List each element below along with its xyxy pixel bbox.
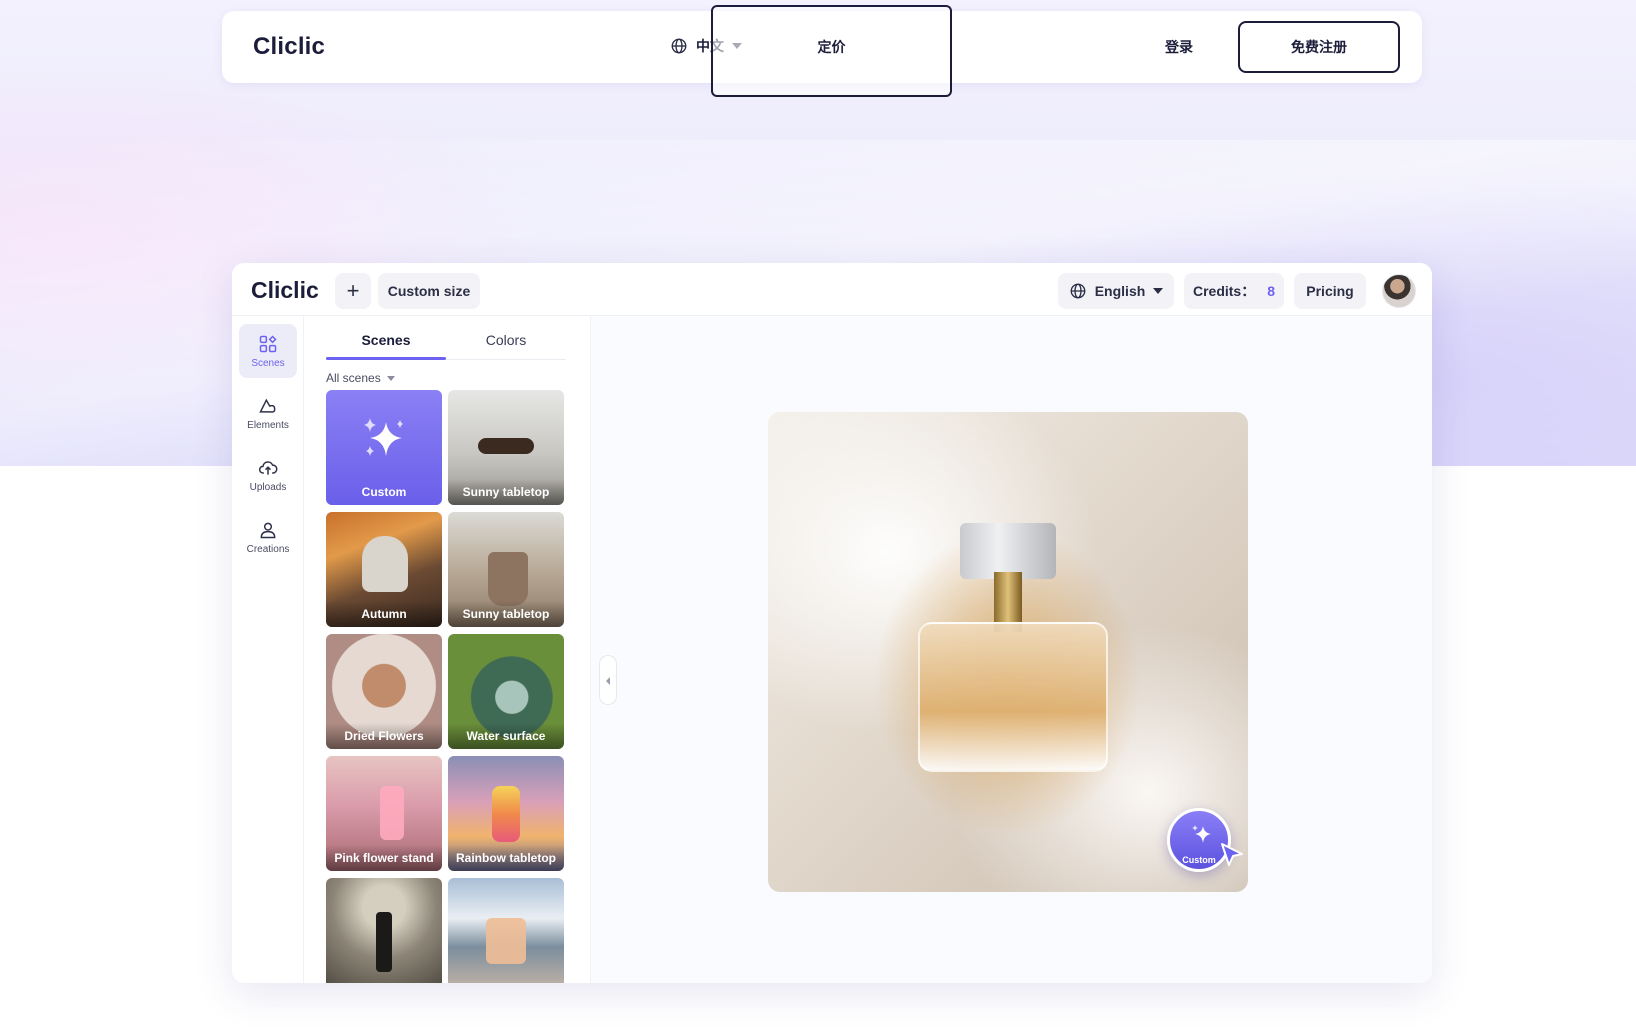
- signup-button[interactable]: 免费注册: [1238, 21, 1400, 73]
- scene-tile-label: Rainbow tabletop: [448, 845, 564, 871]
- credits-value: 8: [1267, 283, 1276, 299]
- shapes-icon: [259, 398, 276, 413]
- rail-item-scenes[interactable]: Scenes: [239, 324, 297, 378]
- pricing-link[interactable]: 定价: [711, 5, 952, 97]
- pink-bottle-illustration: [380, 786, 404, 840]
- left-rail: Scenes Elements Uploads Creations: [232, 316, 304, 983]
- scene-tile-mountain[interactable]: [448, 878, 564, 983]
- scene-tile-pink-flower-stand[interactable]: Pink flower stand: [326, 756, 442, 871]
- app-window: Cliclic + Custom size English Credits： 8…: [232, 263, 1432, 983]
- top-navigation: Cliclic 中文 定价 登录 免费注册: [222, 5, 1422, 97]
- scene-tile-label: Autumn: [326, 601, 442, 627]
- credits-label: Credits：: [1192, 283, 1256, 299]
- app-pricing-button[interactable]: Pricing: [1294, 273, 1366, 309]
- rail-label: Uploads: [249, 481, 287, 493]
- scene-tile-label: Custom: [361, 485, 407, 499]
- rail-item-elements[interactable]: Elements: [239, 386, 297, 440]
- scenes-panel: Scenes Colors All scenes Custom Sunny ta…: [304, 316, 591, 983]
- perfume-cap: [960, 523, 1056, 579]
- user-avatar[interactable]: [1382, 274, 1416, 308]
- scene-tile-sunny-tabletop[interactable]: Sunny tabletop: [448, 390, 564, 505]
- sunglasses-illustration: [478, 438, 534, 454]
- scene-tile-autumn[interactable]: Autumn: [326, 512, 442, 627]
- caret-down-icon: [386, 375, 395, 381]
- globe-icon: [671, 38, 687, 54]
- cloud-upload-icon: [259, 460, 278, 475]
- bag-illustration: [488, 552, 528, 606]
- product-preview-image[interactable]: Custom: [768, 412, 1248, 892]
- active-tab-indicator: [326, 357, 446, 360]
- user-icon: [260, 522, 276, 538]
- scene-tile-dark-bottle[interactable]: [326, 878, 442, 983]
- cursor-icon: [1221, 843, 1243, 866]
- globe-icon: [1070, 283, 1086, 299]
- custom-size-button[interactable]: Custom size: [378, 273, 480, 309]
- rainbow-bottle-illustration: [492, 786, 520, 842]
- rail-item-uploads[interactable]: Uploads: [239, 448, 297, 502]
- app-language-selector[interactable]: English: [1058, 273, 1174, 309]
- collapse-panel-button[interactable]: [599, 655, 617, 705]
- sparkle-icon: [1192, 825, 1211, 843]
- perfume-illustration: [486, 918, 526, 964]
- dark-bottle-illustration: [376, 912, 392, 972]
- site-logo[interactable]: Cliclic: [253, 33, 325, 61]
- new-project-button[interactable]: +: [335, 273, 371, 309]
- scene-tile-label: Dried Flowers: [326, 723, 442, 749]
- tab-colors[interactable]: Colors: [446, 332, 566, 348]
- scene-tile-dried-flowers[interactable]: Dried Flowers: [326, 634, 442, 749]
- app-language-label: English: [1094, 283, 1146, 299]
- scene-tile-rainbow-tabletop[interactable]: Rainbow tabletop: [448, 756, 564, 871]
- scene-filter-label: All scenes: [326, 371, 381, 385]
- rail-item-creations[interactable]: Creations: [239, 510, 297, 564]
- scene-tile-label: Sunny tabletop: [448, 479, 564, 505]
- scene-tile-label: Pink flower stand: [326, 845, 442, 871]
- rail-label: Creations: [246, 543, 290, 555]
- caret-down-icon: [1153, 288, 1164, 294]
- panel-tabs: Scenes Colors: [326, 324, 566, 360]
- grid-icon: [259, 334, 277, 352]
- tab-scenes[interactable]: Scenes: [326, 332, 446, 348]
- credits-indicator[interactable]: Credits： 8: [1184, 273, 1284, 309]
- scene-tile-label: Sunny tabletop: [448, 601, 564, 627]
- scene-tile-sunny-tabletop-2[interactable]: Sunny tabletop: [448, 512, 564, 627]
- beanie-illustration: [362, 536, 408, 592]
- scene-filter-dropdown[interactable]: All scenes: [326, 371, 395, 385]
- rail-label: Scenes: [251, 357, 285, 369]
- scene-tile-custom[interactable]: Custom: [326, 390, 442, 505]
- app-header: Cliclic + Custom size English Credits： 8…: [232, 263, 1432, 316]
- sparkle-icon: [364, 418, 403, 456]
- scene-tile-water-surface[interactable]: Water surface: [448, 634, 564, 749]
- rail-label: Elements: [247, 419, 289, 431]
- perfume-bottle: [918, 622, 1108, 772]
- app-logo[interactable]: Cliclic: [251, 277, 319, 304]
- login-link[interactable]: 登录: [1165, 37, 1193, 57]
- scene-tile-label: Water surface: [448, 723, 564, 749]
- pricing-label: 定价: [817, 39, 846, 55]
